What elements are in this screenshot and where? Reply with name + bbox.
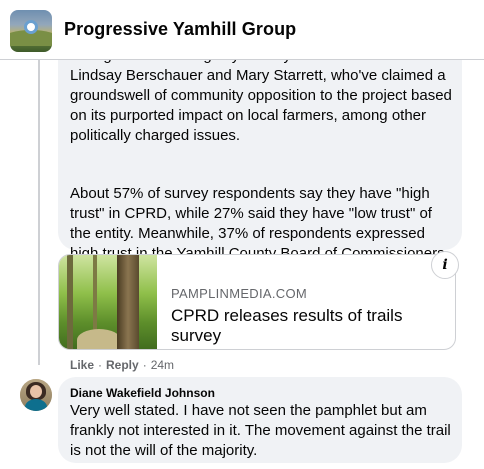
comment-thread: during board meetings by County Commissi… bbox=[0, 0, 484, 469]
facebook-group-thread: during board meetings by County Commissi… bbox=[0, 0, 484, 469]
avatar[interactable] bbox=[20, 379, 52, 411]
separator-dot: · bbox=[142, 358, 147, 372]
link-domain: PAMPLINMEDIA.COM bbox=[171, 286, 308, 301]
group-avatar[interactable] bbox=[10, 10, 52, 52]
link-preview-card[interactable]: PAMPLINMEDIA.COM CPRD releases results o… bbox=[58, 254, 456, 350]
link-title[interactable]: CPRD releases results of trails survey bbox=[171, 306, 455, 346]
group-header: Progressive Yamhill Group bbox=[0, 0, 484, 60]
group-title[interactable]: Progressive Yamhill Group bbox=[64, 19, 296, 40]
comment-paragraph-1: during board meetings by County Commissi… bbox=[70, 47, 452, 144]
info-icon[interactable]: i bbox=[431, 251, 459, 279]
comment-bubble: during board meetings by County Commissi… bbox=[58, 36, 462, 282]
link-thumbnail-image bbox=[59, 255, 157, 349]
like-button[interactable]: Like bbox=[70, 358, 94, 372]
comment-actions: Like · Reply · 24m bbox=[70, 358, 174, 372]
separator-dot: · bbox=[98, 358, 103, 372]
thread-connector-line bbox=[38, 60, 40, 365]
reply-button[interactable]: Reply bbox=[106, 358, 139, 372]
reply-text: Very well stated. I have not seen the pa… bbox=[70, 402, 451, 459]
reply-bubble: Diane Wakefield Johnson Very well stated… bbox=[58, 377, 462, 463]
reply-author-name[interactable]: Diane Wakefield Johnson bbox=[70, 386, 215, 400]
comment-timestamp[interactable]: 24m bbox=[151, 358, 174, 372]
